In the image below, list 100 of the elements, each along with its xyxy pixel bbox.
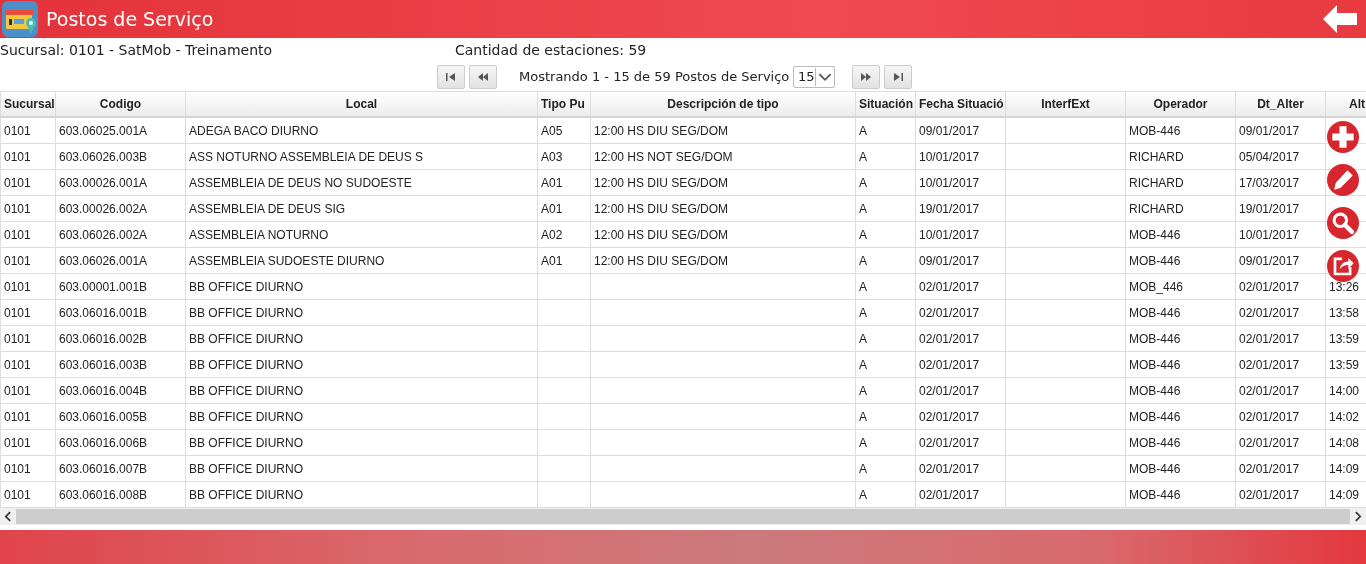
table-cell: ASS NOTURNO ASSEMBLEIA DE DEUS S [189,149,424,164]
table-cell: 19/01/2017 [919,201,980,216]
search-icon[interactable] [1327,207,1359,239]
table-cell: 02/01/2017 [919,305,980,320]
table-cell: 603.06016.008B [59,487,148,502]
table-cell: 02/01/2017 [1239,409,1300,424]
table-cell: 14:09 [1329,487,1360,502]
table-cell: MOB-446 [1129,227,1181,242]
add-icon[interactable] [1327,121,1359,153]
table-cell: 12:00 HS DIU SEG/DOM [594,123,729,138]
branch-label: Sucursal: 0101 - SatMob - Treinamento [0,42,274,58]
table-cell: ASSEMBLEIA NOTURNO [189,227,329,242]
table-cell: MOB-446 [1129,383,1181,398]
table-cell: A01 [541,201,563,216]
next-page-button[interactable] [852,64,880,89]
table-cell: MOB-446 [1129,409,1181,424]
table-cell: RICHARD [1129,175,1184,190]
station-count: Cantidad de estaciones: 59 [455,42,647,58]
table-cell: 0101 [4,435,31,450]
table-cell: 02/01/2017 [1239,357,1300,372]
table-cell: 14:02 [1329,409,1360,424]
table-cell: MOB_446 [1129,279,1184,294]
table-cell: 0101 [4,383,31,398]
horizontal-scrollbar[interactable] [0,508,1366,525]
table-cell: A [859,227,867,242]
table-cell: A05 [541,123,563,138]
table-cell: 19/01/2017 [1239,201,1300,216]
table-cell: BB OFFICE DIURNO [189,435,303,450]
table-cell: 02/01/2017 [919,409,980,424]
table-cell: 13:58 [1329,305,1360,320]
table-cell: A [859,461,867,476]
table-cell: BB OFFICE DIURNO [189,383,303,398]
table-cell: MOB-446 [1129,487,1181,502]
column-header[interactable]: Fecha Situació [915,92,1005,116]
table-cell: 02/01/2017 [1239,487,1300,502]
last-page-icon [893,72,903,81]
column-header[interactable]: Situación [855,92,915,116]
table-cell: A02 [541,227,563,242]
table-cell: 0101 [4,175,31,190]
table-cell: 603.06016.006B [59,435,148,450]
table-cell: 02/01/2017 [919,383,980,398]
table-cell: 603.06016.003B [59,357,148,372]
table-cell: 0101 [4,487,31,502]
table-cell: A [859,149,867,164]
table-cell: 0101 [4,461,31,476]
first-page-button[interactable] [437,64,465,89]
table-cell: A01 [541,253,563,268]
table-cell: A [859,383,867,398]
column-header[interactable]: Alt [1325,92,1366,116]
column-header[interactable]: InterfExt [1005,92,1125,116]
table-cell: 603.06026.001A [59,253,148,268]
table-cell: 603.06016.001B [59,305,148,320]
table-cell: 0101 [4,305,31,320]
table-cell: BB OFFICE DIURNO [189,409,303,424]
table-cell: 10/01/2017 [919,227,980,242]
column-header[interactable]: Dt_Alter [1235,92,1325,116]
column-header[interactable]: Operador [1125,92,1235,116]
page-size-select[interactable]: 15 [793,65,835,88]
table-cell: 12:00 HS DIU SEG/DOM [594,253,729,268]
table-cell: MOB-446 [1129,305,1181,320]
table-cell: 12:00 HS DIU SEG/DOM [594,201,729,216]
table-cell: 02/01/2017 [919,435,980,450]
table-cell: A [859,279,867,294]
table-cell: 603.06026.003B [59,149,148,164]
table-cell: MOB-446 [1129,331,1181,346]
table-cell: 02/01/2017 [919,461,980,476]
column-header[interactable]: Local [185,92,537,116]
table-cell: 10/01/2017 [919,175,980,190]
table-cell: MOB-446 [1129,435,1181,450]
table-cell: 603.06026.002A [59,227,148,242]
table-cell: A01 [541,175,563,190]
column-header[interactable]: Codigo [55,92,185,116]
caret-icon [815,67,834,86]
export-icon[interactable] [1327,250,1359,282]
table-cell: RICHARD [1129,201,1184,216]
table-cell: 09/01/2017 [1239,253,1300,268]
table-cell: MOB-446 [1129,461,1181,476]
table-cell: 603.06016.007B [59,461,148,476]
table-cell: 13:26 [1329,279,1360,294]
column-header[interactable]: Tipo Pu [537,92,590,116]
table-cell: A [859,409,867,424]
edit-icon[interactable] [1327,164,1359,196]
previous-page-button[interactable] [469,64,497,89]
column-header[interactable]: Sucursal [0,92,55,116]
table-cell: 603.06025.001A [59,123,148,138]
table-cell: 0101 [4,409,31,424]
table-cell: 09/01/2017 [1239,123,1300,138]
table-cell: MOB-446 [1129,357,1181,372]
table-cell: 09/01/2017 [919,123,980,138]
table-cell: BB OFFICE DIURNO [189,305,303,320]
table-cell: 0101 [4,357,31,372]
last-page-button[interactable] [884,64,912,89]
table-cell: 603.00026.002A [59,201,148,216]
back-arrow-icon[interactable] [1322,4,1358,34]
table-cell: BB OFFICE DIURNO [189,461,303,476]
table-cell: 603.00001.001B [59,279,148,294]
rewind-icon [478,72,488,81]
table-cell: A03 [541,149,563,164]
column-header[interactable]: Descripción de tipo [590,92,855,116]
first-page-icon [446,72,456,81]
